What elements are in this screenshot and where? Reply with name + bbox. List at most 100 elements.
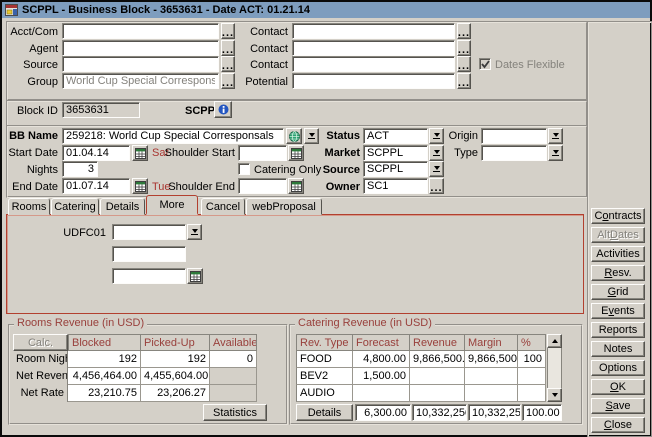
activities-button[interactable]: Activities xyxy=(591,246,645,262)
food-forecast-cell[interactable]: 4,800.00 xyxy=(353,351,410,368)
contact2-lov-button[interactable]: ... xyxy=(457,40,471,56)
tab-more[interactable]: More xyxy=(146,195,198,215)
tab-webproposal[interactable]: webProposal xyxy=(246,198,322,215)
source-company-field[interactable] xyxy=(62,56,219,72)
source-dropdown-button[interactable] xyxy=(429,161,444,177)
block-id-label: Block ID xyxy=(4,105,58,117)
food-percent-cell[interactable]: 100 xyxy=(518,351,546,368)
net-revenue-picked-up-cell[interactable]: 4,455,604.00 xyxy=(141,368,210,385)
calc-button[interactable]: Calc. xyxy=(13,334,68,351)
property-info-button[interactable] xyxy=(214,101,232,118)
contact1-lov-button[interactable]: ... xyxy=(457,23,471,39)
udf-field-2[interactable] xyxy=(112,246,186,262)
bb-name-dropdown-button[interactable] xyxy=(304,128,319,144)
food-margin-cell[interactable]: 9,866,500.00 xyxy=(465,351,518,368)
room-nights-picked-up-cell[interactable]: 192 xyxy=(141,351,210,368)
net-rate-blocked-cell[interactable]: 23,210.75 xyxy=(68,385,141,402)
room-nights-blocked-cell[interactable]: 192 xyxy=(68,351,141,368)
notes-button[interactable]: Notes xyxy=(591,341,645,357)
food-type-cell[interactable]: FOOD xyxy=(296,351,353,368)
statistics-button[interactable]: Statistics xyxy=(203,404,267,421)
close-button[interactable]: Close xyxy=(591,417,645,433)
info-icon xyxy=(218,104,229,115)
shoulder-start-calendar-button[interactable] xyxy=(288,145,304,161)
udfc01-field[interactable] xyxy=(112,224,186,240)
source-code-field[interactable] xyxy=(363,161,428,177)
grid-button[interactable]: Grid xyxy=(591,284,645,300)
bev2-percent-cell[interactable] xyxy=(518,368,546,385)
start-date-calendar-button[interactable] xyxy=(132,145,148,161)
acctcom-field[interactable] xyxy=(62,23,219,39)
end-date-field[interactable] xyxy=(62,178,130,194)
audio-revenue-cell[interactable] xyxy=(410,385,465,402)
start-date-field[interactable] xyxy=(62,145,130,161)
origin-dropdown-button[interactable] xyxy=(548,128,563,144)
source-company-label: Source xyxy=(4,59,58,71)
net-rate-picked-up-cell[interactable]: 23,206.27 xyxy=(141,385,210,402)
group-field[interactable] xyxy=(62,73,219,89)
nights-field[interactable] xyxy=(62,161,98,177)
owner-field[interactable] xyxy=(363,178,428,194)
contact3-field[interactable] xyxy=(292,56,455,72)
scroll-up-icon xyxy=(552,339,558,343)
udfc01-dropdown-button[interactable] xyxy=(187,224,202,240)
status-field[interactable] xyxy=(363,128,428,144)
market-field[interactable] xyxy=(363,145,428,161)
udf-date-calendar-button[interactable] xyxy=(187,268,203,284)
events-button[interactable]: Events xyxy=(591,303,645,319)
net-revenue-blocked-cell[interactable]: 4,456,464.00 xyxy=(68,368,141,385)
details-button[interactable]: Details xyxy=(296,404,353,421)
agent-field[interactable] xyxy=(62,40,219,56)
rooms-revenue-grid: Calc. Blocked Picked-Up Available Room N… xyxy=(13,334,257,402)
reports-button[interactable]: Reports xyxy=(591,322,645,338)
block-id-field[interactable] xyxy=(62,102,140,118)
bev2-margin-cell[interactable] xyxy=(465,368,518,385)
owner-lov-button[interactable]: ... xyxy=(429,178,444,194)
tab-details[interactable]: Details xyxy=(100,198,145,215)
origin-field[interactable] xyxy=(481,128,547,144)
calendar-icon xyxy=(291,148,302,159)
audio-forecast-cell[interactable] xyxy=(353,385,410,402)
dates-flexible-checkbox[interactable] xyxy=(479,58,491,70)
translate-button[interactable] xyxy=(286,128,302,144)
audio-margin-cell[interactable] xyxy=(465,385,518,402)
ok-button[interactable]: OK xyxy=(591,379,645,395)
audio-type-cell[interactable]: AUDIO xyxy=(296,385,353,402)
bev2-revenue-cell[interactable] xyxy=(410,368,465,385)
catering-only-checkbox[interactable] xyxy=(238,163,250,175)
type-dropdown-button[interactable] xyxy=(548,145,563,161)
contact2-field[interactable] xyxy=(292,40,455,56)
udfc01-label: UDFC01 xyxy=(50,227,106,239)
save-button[interactable]: Save xyxy=(591,398,645,414)
scroll-up-button[interactable] xyxy=(547,334,562,348)
audio-percent-cell[interactable] xyxy=(518,385,546,402)
shoulder-end-calendar-button[interactable] xyxy=(288,178,304,194)
contact3-lov-button[interactable]: ... xyxy=(457,56,471,72)
end-date-calendar-button[interactable] xyxy=(132,178,148,194)
tab-rooms[interactable]: Rooms xyxy=(8,198,50,215)
contracts-button[interactable]: Contracts xyxy=(591,208,645,224)
calendar-icon xyxy=(135,148,146,159)
acctcom-label: Acct/Com xyxy=(4,26,58,38)
scroll-down-button[interactable] xyxy=(547,388,562,402)
potential-field[interactable] xyxy=(292,73,455,89)
shoulder-start-field[interactable] xyxy=(238,145,287,161)
resv-button[interactable]: Resv. xyxy=(591,265,645,281)
udf-field-3[interactable] xyxy=(112,268,186,284)
alt-dates-button[interactable]: Alt Dates xyxy=(591,227,645,243)
potential-lov-button[interactable]: ... xyxy=(457,73,471,89)
bev2-type-cell[interactable]: BEV2 xyxy=(296,368,353,385)
tab-catering[interactable]: Catering xyxy=(51,198,99,215)
type-field[interactable] xyxy=(481,145,547,161)
window-title: SCPPL - Business Block - 3653631 - Date … xyxy=(22,4,310,16)
bev2-forecast-cell[interactable]: 1,500.00 xyxy=(353,368,410,385)
room-nights-available-cell[interactable]: 0 xyxy=(210,351,257,368)
shoulder-end-field[interactable] xyxy=(238,178,287,194)
bb-name-field[interactable] xyxy=(62,128,284,144)
agent-label: Agent xyxy=(4,43,58,55)
tab-cancel[interactable]: Cancel xyxy=(201,198,245,215)
contact1-field[interactable] xyxy=(292,23,455,39)
food-revenue-cell[interactable]: 9,866,500.00 xyxy=(410,351,465,368)
options-button[interactable]: Options xyxy=(591,360,645,376)
row-label-net-revenue: Net Revenue xyxy=(13,368,68,385)
